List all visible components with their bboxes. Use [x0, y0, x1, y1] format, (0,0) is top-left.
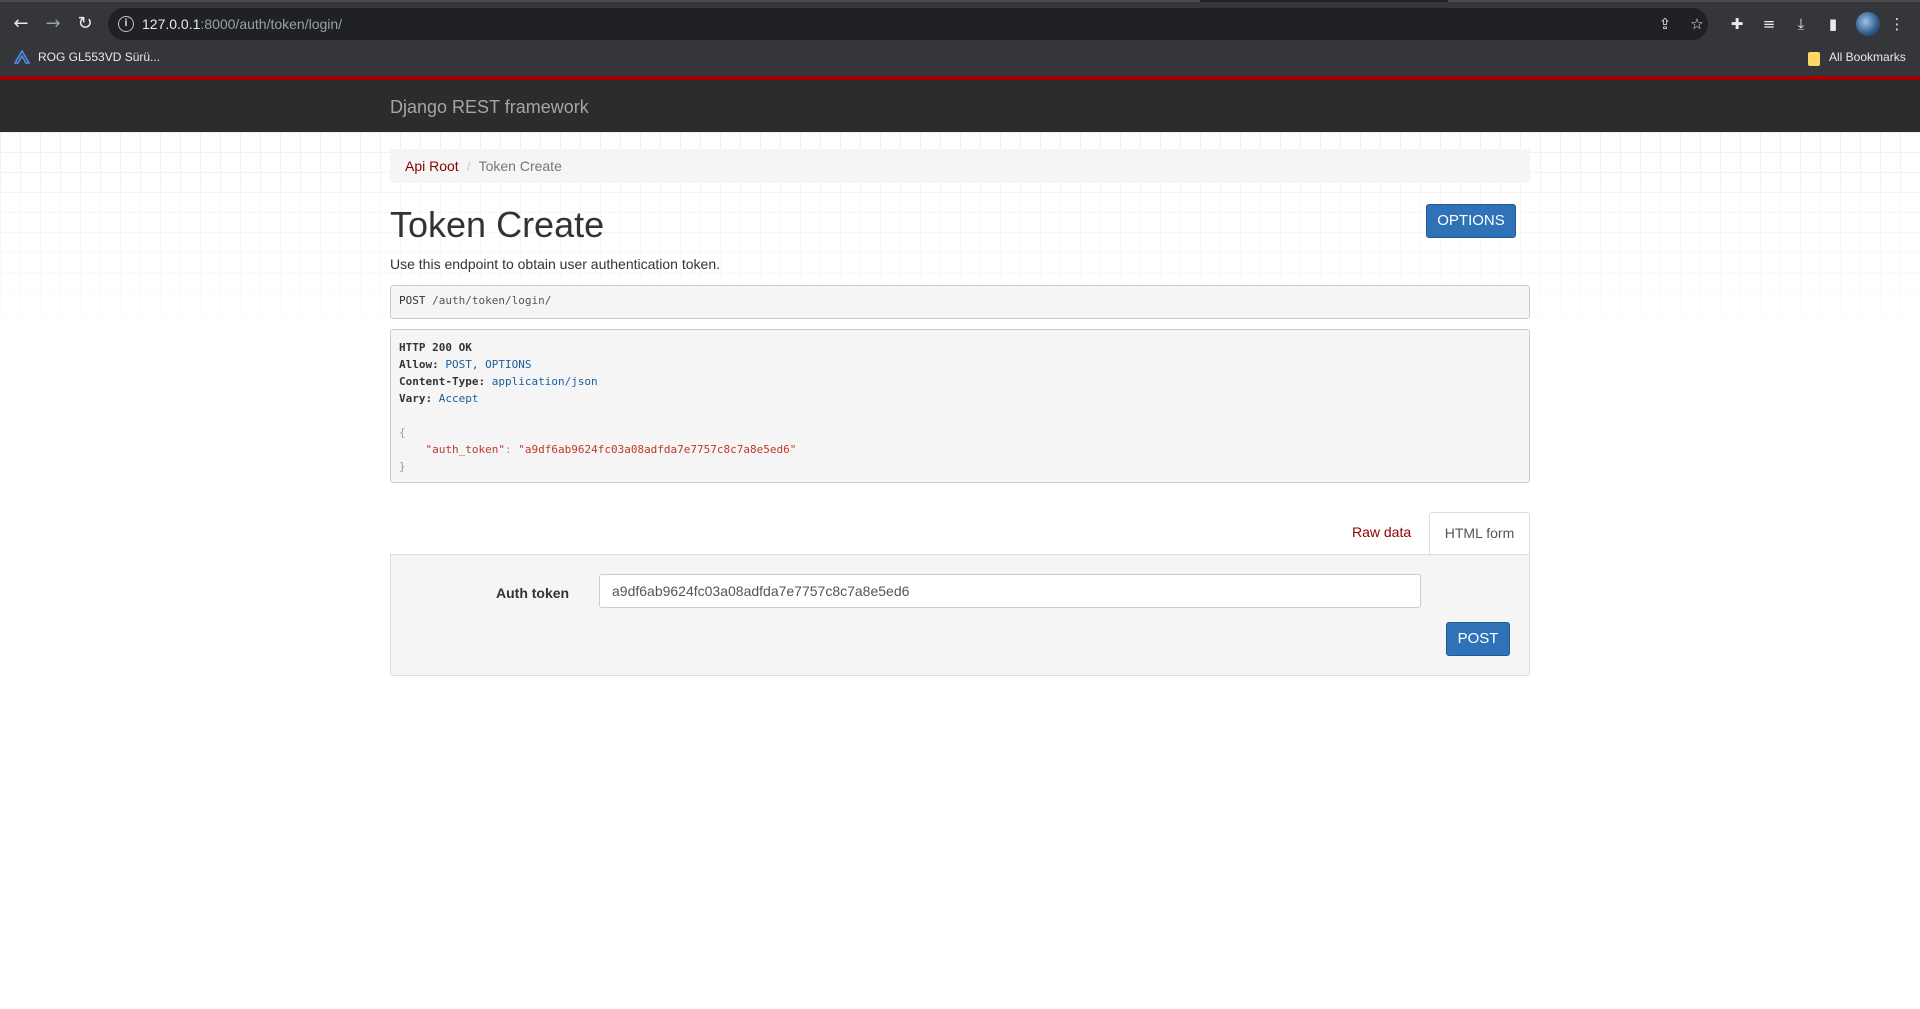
profile-avatar[interactable] [1856, 12, 1880, 36]
response-info: HTTP 200 OK Allow: POST, OPTIONS Content… [390, 329, 1530, 483]
all-bookmarks[interactable]: All Bookmarks [1829, 50, 1906, 64]
address-bar[interactable]: i 127.0.0.1:8000/auth/token/login/ [108, 8, 1708, 40]
info-icon[interactable]: i [118, 16, 134, 32]
options-button[interactable]: OPTIONS [1426, 204, 1516, 238]
bookmark-folder-icon [1808, 52, 1820, 66]
tab-html-form[interactable]: HTML form [1429, 512, 1530, 554]
side-panel-icon[interactable]: ▮ [1822, 13, 1844, 35]
bookmarks-bar: ROG GL553VD Sürü... All Bookmarks [0, 44, 1920, 72]
asus-logo-icon [14, 50, 30, 64]
json-value: "a9df6ab9624fc03a08adfda7e7757c8c7a8e5ed… [518, 443, 797, 456]
page-description: Use this endpoint to obtain user authent… [390, 256, 720, 272]
auth-token-label: Auth token [496, 585, 570, 601]
download-icon[interactable]: ⤓ [1790, 13, 1812, 35]
browser-toolbar: ← → ↻ i 127.0.0.1:8000/auth/token/login/… [0, 0, 1920, 80]
request-method: POST [399, 294, 426, 307]
brand-link[interactable]: Django REST framework [390, 97, 589, 118]
star-icon[interactable]: ☆ [1686, 13, 1708, 35]
breadcrumb-current: Token Create [478, 158, 562, 174]
reading-list-icon[interactable]: ≡ [1758, 13, 1780, 35]
tabstrip [0, 0, 1920, 2]
share-icon[interactable]: ⇪ [1654, 13, 1676, 35]
header-key: Vary: [399, 392, 433, 405]
header-value: application/json [491, 375, 598, 388]
json-colon: : [504, 443, 519, 456]
html-form: Auth token POST [390, 554, 1530, 676]
request-info: POST /auth/token/login/ [390, 285, 1530, 319]
extensions-icon[interactable]: ✚ [1726, 13, 1748, 35]
reload-icon[interactable]: ↻ [74, 13, 96, 35]
json-open-brace: { [399, 426, 406, 439]
url-text[interactable]: 127.0.0.1:8000/auth/token/login/ [142, 16, 342, 32]
tab-indicator [1448, 0, 1920, 2]
page-title: Token Create [390, 204, 605, 245]
forward-arrow-icon[interactable]: → [42, 13, 64, 35]
content-container: Api Root / Token Create OPTIONS Token Crea… [390, 149, 1530, 676]
header-value: Accept [438, 392, 479, 405]
header-value: POST, OPTIONS [445, 358, 532, 371]
post-button[interactable]: POST [1446, 622, 1510, 656]
auth-token-input[interactable] [599, 574, 1421, 608]
form-tabs: Raw data HTML form [390, 512, 1530, 554]
breadcrumb: Api Root / Token Create [390, 149, 1530, 183]
breadcrumb-separator: / [466, 158, 471, 174]
tab-raw-data[interactable]: Raw data [1352, 524, 1411, 540]
header-key: Allow: [399, 358, 439, 371]
json-key: "auth_token" [425, 443, 505, 456]
json-close-brace: } [399, 460, 406, 473]
header-key: Content-Type: [399, 375, 486, 388]
breadcrumb-api-root[interactable]: Api Root [405, 158, 459, 174]
bookmark-item[interactable]: ROG GL553VD Sürü... [38, 50, 160, 64]
navbar: Django REST framework [0, 76, 1920, 132]
back-arrow-icon[interactable]: ← [10, 13, 32, 35]
response-status: HTTP 200 OK [399, 341, 472, 354]
request-path: /auth/token/login/ [432, 294, 552, 307]
tab-indicator [0, 0, 1200, 2]
kebab-menu-icon[interactable]: ⋮ [1886, 13, 1908, 35]
